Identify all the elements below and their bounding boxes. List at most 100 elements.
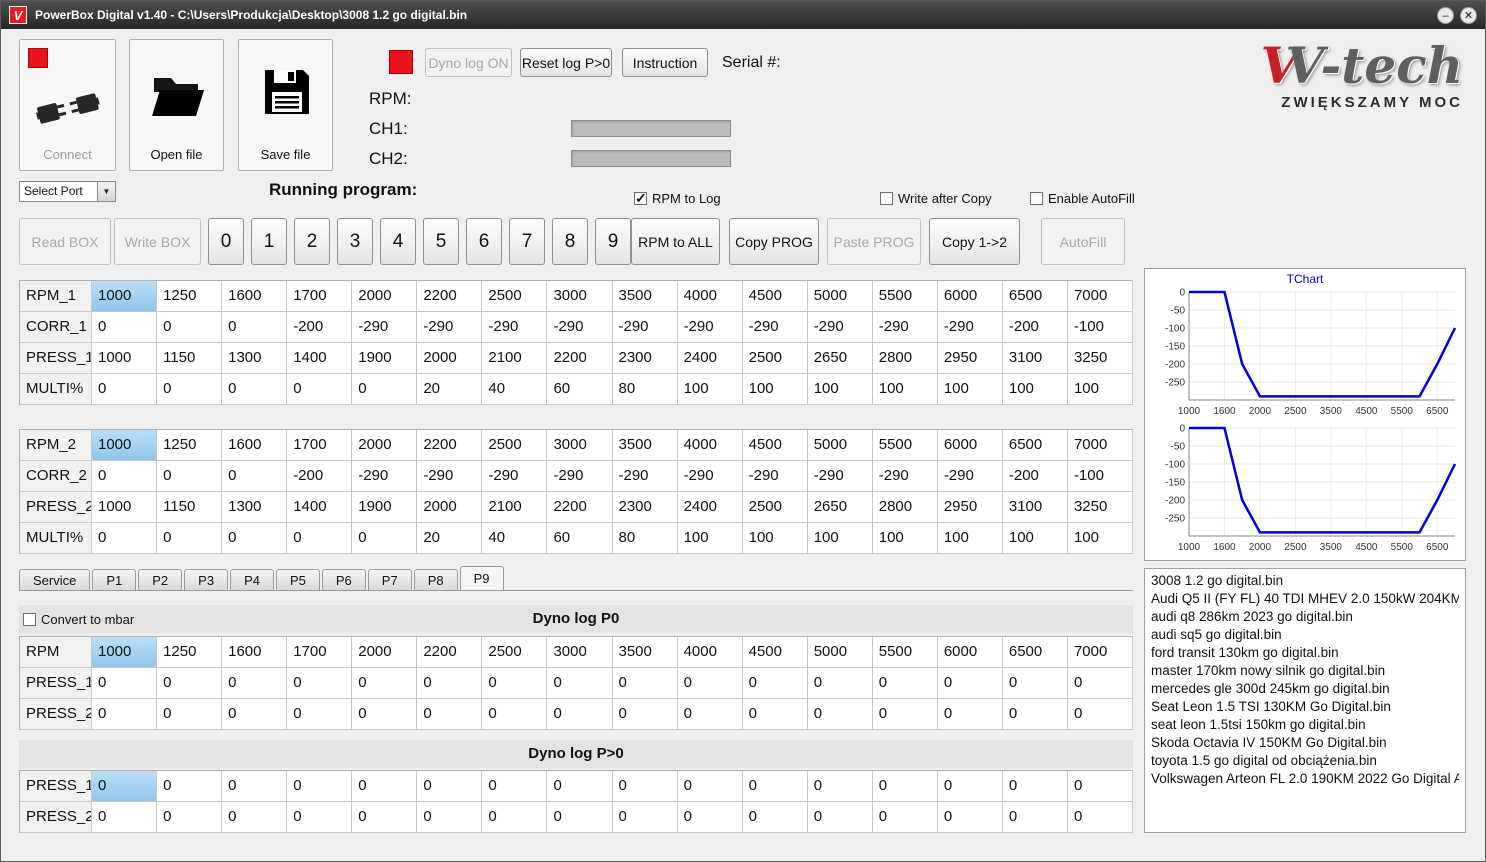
table-cell[interactable]: 100 xyxy=(872,523,938,554)
table-cell[interactable]: 2500 xyxy=(482,430,548,461)
file-item[interactable]: toyota 1.5 go digital od obciążenia.bin xyxy=(1151,752,1459,770)
tab-p4[interactable]: P4 xyxy=(230,569,274,590)
table-cell[interactable]: 0 xyxy=(677,699,743,730)
dyno-log-on-button[interactable]: Dyno log ON xyxy=(425,48,512,77)
table-cell[interactable]: 2400 xyxy=(677,492,743,523)
tab-p7[interactable]: P7 xyxy=(367,569,412,590)
table-cell[interactable]: -290 xyxy=(547,461,613,492)
table-cell[interactable]: 0 xyxy=(937,802,1003,833)
table-cell[interactable]: 6000 xyxy=(937,637,1003,668)
table-cell[interactable]: 2100 xyxy=(482,343,548,374)
tab-p8[interactable]: P8 xyxy=(413,569,458,590)
digit-button-4[interactable]: 4 xyxy=(380,218,416,265)
table-cell[interactable]: 100 xyxy=(937,523,1003,554)
table-cell[interactable]: 0 xyxy=(547,699,613,730)
table-cell[interactable]: 0 xyxy=(157,802,223,833)
rpm-to-all-button[interactable]: RPM to ALL xyxy=(631,218,720,265)
table-cell[interactable]: 2000 xyxy=(417,492,483,523)
table-cell[interactable]: 1700 xyxy=(287,281,353,312)
table-cell[interactable]: 1600 xyxy=(222,281,288,312)
table-cell[interactable]: 2950 xyxy=(937,492,1003,523)
table-cell[interactable]: -290 xyxy=(612,312,678,343)
table-cell[interactable]: 2200 xyxy=(547,492,613,523)
file-item[interactable]: 3008 1.2 go digital.bin xyxy=(1151,572,1459,590)
file-item[interactable]: ford transit 130km go digital.bin xyxy=(1151,644,1459,662)
paste-prog-button[interactable]: Paste PROG xyxy=(827,218,921,265)
table-cell[interactable]: 0 xyxy=(872,802,938,833)
table-cell[interactable]: 2200 xyxy=(547,343,613,374)
file-item[interactable]: mercedes gle 300d 245km go digital.bin xyxy=(1151,680,1459,698)
table-cell[interactable]: 1150 xyxy=(157,492,223,523)
table-cell[interactable]: 1150 xyxy=(157,343,223,374)
table-cell[interactable]: 0 xyxy=(807,802,873,833)
table-cell[interactable]: 0 xyxy=(612,668,678,699)
table-cell[interactable]: -290 xyxy=(872,312,938,343)
table-cell[interactable]: 0 xyxy=(417,668,483,699)
close-button[interactable]: ✕ xyxy=(1460,6,1477,24)
table-cell[interactable]: 4500 xyxy=(742,637,808,668)
file-item[interactable]: Volkswagen Arteon FL 2.0 190KM 2022 Go D… xyxy=(1151,770,1459,788)
table-cell[interactable]: -290 xyxy=(417,312,483,343)
digit-button-0[interactable]: 0 xyxy=(208,218,244,265)
table-cell[interactable]: 0 xyxy=(937,699,1003,730)
table-cell[interactable]: 100 xyxy=(742,374,808,405)
chevron-down-icon[interactable]: ▼ xyxy=(97,182,115,201)
digit-button-9[interactable]: 9 xyxy=(595,218,631,265)
convert-to-mbar-checkbox[interactable]: Convert to mbar xyxy=(23,612,134,627)
table-cell[interactable]: 100 xyxy=(937,374,1003,405)
table-cell[interactable]: 0 xyxy=(807,699,873,730)
digit-button-6[interactable]: 6 xyxy=(466,218,502,265)
table-cell[interactable]: 6000 xyxy=(937,430,1003,461)
table-cell[interactable]: 1250 xyxy=(157,637,223,668)
table-cell[interactable]: 0 xyxy=(157,374,223,405)
table-cell[interactable]: 100 xyxy=(1002,374,1068,405)
table-cell[interactable]: 0 xyxy=(417,771,483,802)
table-cell[interactable]: 1000 xyxy=(92,343,158,374)
table-cell[interactable]: 0 xyxy=(1002,771,1068,802)
table-cell[interactable]: 0 xyxy=(547,771,613,802)
table-cell[interactable]: -290 xyxy=(352,312,418,343)
table-cell[interactable]: 0 xyxy=(287,668,353,699)
table-cell[interactable]: -290 xyxy=(417,461,483,492)
table-cell[interactable]: 0 xyxy=(482,802,548,833)
table-cell[interactable]: 6000 xyxy=(937,281,1003,312)
table-cell[interactable]: 4500 xyxy=(742,281,808,312)
instruction-button[interactable]: Instruction xyxy=(622,48,708,77)
table-cell[interactable]: 2300 xyxy=(612,492,678,523)
table-cell[interactable]: 5500 xyxy=(872,637,938,668)
table-cell[interactable]: 100 xyxy=(807,523,873,554)
table-cell[interactable]: 0 xyxy=(872,699,938,730)
table-cell[interactable]: 0 xyxy=(92,699,158,730)
table-cell[interactable]: 5500 xyxy=(872,281,938,312)
table-cell[interactable]: -200 xyxy=(1002,461,1068,492)
table-cell[interactable]: -290 xyxy=(677,312,743,343)
table-cell[interactable]: 0 xyxy=(742,771,808,802)
table-cell[interactable]: 2500 xyxy=(482,281,548,312)
reset-log-button[interactable]: Reset log P>0 xyxy=(520,48,612,77)
file-item[interactable]: Seat Leon 1.5 TSI 130KM Go Digital.bin xyxy=(1151,698,1459,716)
table-cell[interactable]: 100 xyxy=(872,374,938,405)
table-cell[interactable]: 0 xyxy=(482,771,548,802)
table-cell[interactable]: 2500 xyxy=(742,492,808,523)
table-cell[interactable]: -290 xyxy=(677,461,743,492)
table-cell[interactable]: 3500 xyxy=(612,637,678,668)
file-item[interactable]: Audi Q5 II (FY FL) 40 TDI MHEV 2.0 150kW… xyxy=(1151,590,1459,608)
table-cell[interactable]: 0 xyxy=(1002,802,1068,833)
table-cell[interactable]: 0 xyxy=(222,312,288,343)
table-cell[interactable]: 0 xyxy=(92,668,158,699)
select-port-dropdown[interactable]: Select Port ▼ xyxy=(19,181,116,202)
table-cell[interactable]: 5000 xyxy=(807,637,873,668)
table-cell[interactable]: 5000 xyxy=(807,281,873,312)
table-cell[interactable]: 0 xyxy=(742,668,808,699)
table-cell[interactable]: 0 xyxy=(157,668,223,699)
digit-button-7[interactable]: 7 xyxy=(509,218,545,265)
connect-button[interactable]: Connect xyxy=(19,39,116,171)
table-cell[interactable]: 1900 xyxy=(352,343,418,374)
table-cell[interactable]: 1700 xyxy=(287,430,353,461)
tab-p5[interactable]: P5 xyxy=(275,569,320,590)
table-cell[interactable]: 0 xyxy=(157,523,223,554)
table-cell[interactable]: 0 xyxy=(92,802,158,833)
table-cell[interactable]: -200 xyxy=(287,461,353,492)
table-cell[interactable]: 0 xyxy=(482,668,548,699)
minimize-button[interactable]: – xyxy=(1437,6,1454,24)
